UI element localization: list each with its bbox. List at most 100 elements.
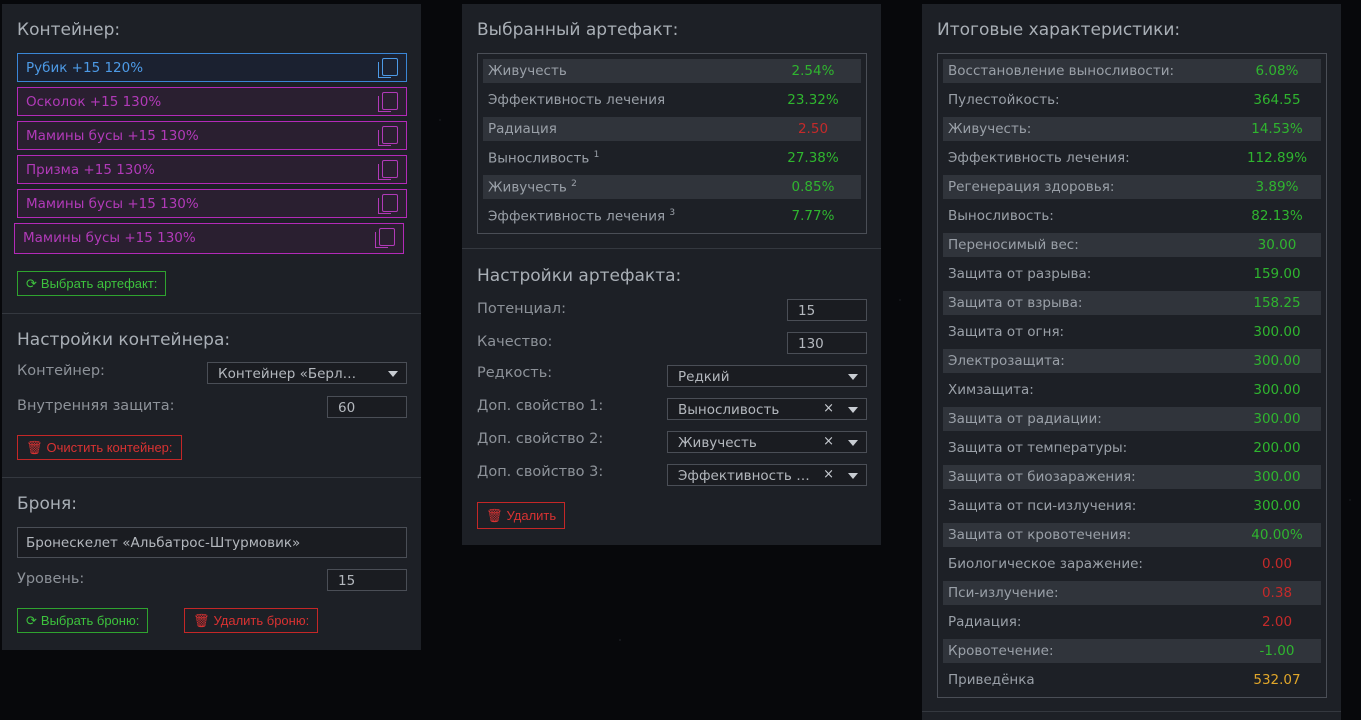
artifact-panel: Выбранный артефакт: Живучесть 2.54% Эффе… bbox=[462, 4, 881, 545]
total-stat-row: Защита от биозаражения: 300.00 bbox=[943, 465, 1321, 489]
total-stat-row: Защита от огня: 300.00 bbox=[943, 320, 1321, 344]
clear-icon[interactable]: × bbox=[823, 401, 834, 416]
armor-field[interactable]: Бронескелет «Альбатрос-Штурмовик» bbox=[17, 527, 407, 558]
level-label: Уровень: bbox=[17, 571, 85, 587]
total-stat-name: Эффективность лечения: bbox=[948, 150, 1130, 166]
artifact-slot-4[interactable]: Призма +15 130% bbox=[17, 155, 407, 184]
total-stat-value: -1.00 bbox=[1259, 643, 1295, 659]
select-armor-label: Выбрать броню: bbox=[40, 613, 140, 628]
total-stat-row: Регенерация здоровья: 3.89% bbox=[943, 175, 1321, 199]
clear-icon[interactable]: × bbox=[823, 467, 834, 482]
copy-icon[interactable] bbox=[375, 228, 395, 248]
copy-icon[interactable] bbox=[378, 92, 398, 112]
stat-name: Радиация bbox=[488, 121, 557, 137]
total-stat-row: Защита от пси-излучения: 300.00 bbox=[943, 494, 1321, 518]
chevron-down-icon bbox=[388, 371, 398, 377]
container-select[interactable]: Контейнер «Берлога... bbox=[207, 362, 407, 384]
rarity-select[interactable]: Редкий bbox=[667, 365, 867, 387]
extra3-select-value: Эффективность ле... bbox=[678, 468, 818, 484]
total-stat-name: Живучесть: bbox=[948, 121, 1032, 137]
delete-armor-button[interactable]: 🗑 Удалить броню: bbox=[184, 608, 319, 633]
total-stat-value: 14.53% bbox=[1251, 121, 1303, 137]
artifact-stats-table: Живучесть 2.54% Эффективность лечения 23… bbox=[477, 53, 867, 234]
level-input[interactable]: 15 bbox=[327, 569, 407, 591]
artifact-slot-label: Мамины бусы +15 130% bbox=[23, 230, 196, 246]
divider bbox=[2, 477, 421, 478]
total-stat-value: 158.25 bbox=[1253, 295, 1301, 311]
container-label: Контейнер: bbox=[17, 363, 105, 379]
chevron-down-icon bbox=[848, 440, 858, 446]
stat-name: Эффективность лечения bbox=[488, 208, 666, 225]
stat-row: Радиация 2.50 bbox=[483, 117, 861, 141]
total-stat-value: 300.00 bbox=[1253, 324, 1301, 340]
potential-input[interactable]: 15 bbox=[787, 299, 867, 321]
artifact-slot-label: Мамины бусы +15 130% bbox=[26, 196, 199, 212]
divider bbox=[922, 711, 1341, 712]
extra2-select-value: Живучесть bbox=[678, 435, 757, 451]
clear-icon[interactable]: × bbox=[823, 434, 834, 449]
total-stat-name: Защита от огня: bbox=[948, 324, 1065, 340]
total-stat-name: Защита от биозаражения: bbox=[948, 469, 1136, 485]
extra2-label: Доп. свойство 2: bbox=[477, 431, 604, 447]
total-stat-row: Биологическое заражение: 0.00 bbox=[943, 552, 1321, 576]
quality-label: Качество: bbox=[477, 334, 553, 350]
refresh-icon: ⟳ bbox=[26, 613, 37, 628]
select-armor-button[interactable]: ⟳ Выбрать броню: bbox=[17, 608, 149, 633]
total-stat-name: Переносимый вес: bbox=[948, 237, 1079, 253]
total-stat-value: 300.00 bbox=[1253, 498, 1301, 514]
total-stat-name: Кровотечение: bbox=[948, 643, 1054, 659]
potential-label: Потенциал: bbox=[477, 301, 566, 317]
total-stat-value: 6.08% bbox=[1255, 63, 1299, 79]
copy-icon[interactable] bbox=[378, 194, 398, 214]
artifact-slot-2[interactable]: Осколок +15 130% bbox=[17, 87, 407, 116]
divider bbox=[462, 248, 881, 249]
total-stat-row: Выносливость: 82.13% bbox=[943, 204, 1321, 228]
rarity-select-value: Редкий bbox=[678, 369, 730, 385]
total-stat-row: Защита от радиации: 300.00 bbox=[943, 407, 1321, 431]
total-stat-row: Приведёнка 532.07 bbox=[943, 668, 1321, 692]
copy-icon[interactable] bbox=[378, 126, 398, 146]
totals-panel: Итоговые характеристики: Восстановление … bbox=[922, 4, 1341, 720]
total-stat-row: Защита от кровотечения: 40.00% bbox=[943, 523, 1321, 547]
container-panel: Контейнер: Рубик +15 120% Осколок +15 13… bbox=[2, 4, 421, 650]
total-stat-row: Пулестойкость: 364.55 bbox=[943, 88, 1321, 112]
trash-icon: 🗑 bbox=[26, 440, 43, 455]
artifact-slot-1[interactable]: Рубик +15 120% bbox=[17, 53, 407, 82]
trash-icon: 🗑 bbox=[486, 508, 503, 523]
total-stat-row: Пси-излучение: 0.38 bbox=[943, 581, 1321, 605]
chevron-down-icon bbox=[848, 374, 858, 380]
artifact-slot-3[interactable]: Мамины бусы +15 130% bbox=[17, 121, 407, 150]
artifact-slot-6[interactable]: Мамины бусы +15 130% bbox=[14, 223, 404, 254]
chevron-down-icon bbox=[848, 473, 858, 479]
stat-row: Живучесть 2 0.85% bbox=[483, 175, 861, 199]
delete-artifact-button[interactable]: 🗑 Удалить bbox=[477, 502, 566, 529]
copy-icon[interactable] bbox=[378, 160, 398, 180]
rarity-label: Редкость: bbox=[477, 365, 553, 381]
copy-icon[interactable] bbox=[378, 58, 398, 78]
quality-input[interactable]: 130 bbox=[787, 332, 867, 354]
stat-value: 0.85% bbox=[791, 179, 835, 195]
extra3-select[interactable]: Эффективность ле... × bbox=[667, 464, 867, 486]
totals-title: Итоговые характеристики: bbox=[937, 20, 1181, 40]
container-select-value: Контейнер «Берлога... bbox=[218, 366, 358, 382]
total-stat-name: Защита от разрыва: bbox=[948, 266, 1092, 282]
extra1-select[interactable]: Выносливость × bbox=[667, 398, 867, 420]
inner-protection-input[interactable]: 60 bbox=[327, 396, 407, 418]
total-stat-value: 159.00 bbox=[1253, 266, 1301, 282]
stat-value: 7.77% bbox=[791, 208, 835, 224]
total-stat-value: 0.00 bbox=[1261, 556, 1293, 572]
stat-footnote: 2 bbox=[571, 179, 577, 189]
total-stat-value: 300.00 bbox=[1253, 411, 1301, 427]
total-stat-name: Пулестойкость: bbox=[948, 92, 1060, 108]
container-title: Контейнер: bbox=[17, 20, 121, 40]
clear-container-button[interactable]: 🗑 Очистить контейнер: bbox=[17, 435, 182, 460]
armor-title: Броня: bbox=[17, 494, 77, 514]
artifact-slot-5[interactable]: Мамины бусы +15 130% bbox=[17, 189, 407, 218]
stat-row: Эффективность лечения 3 7.77% bbox=[483, 204, 861, 228]
extra2-select[interactable]: Живучесть × bbox=[667, 431, 867, 453]
total-stat-row: Эффективность лечения: 112.89% bbox=[943, 146, 1321, 170]
total-stat-name: Химзащита: bbox=[948, 382, 1034, 398]
total-stat-value: 532.07 bbox=[1253, 672, 1301, 688]
select-artifact-button[interactable]: ⟳ Выбрать артефакт: bbox=[17, 271, 167, 296]
artifact-settings-title: Настройки артефакта: bbox=[477, 266, 682, 286]
